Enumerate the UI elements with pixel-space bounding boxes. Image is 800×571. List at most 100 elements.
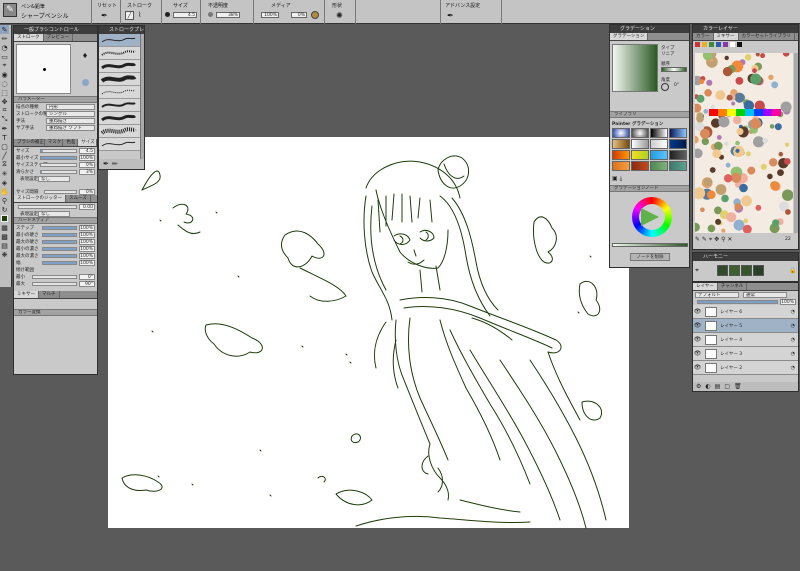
method-select[interactable]: 重ね描き <box>46 117 95 124</box>
trash-icon[interactable]: 🗑 <box>734 383 742 390</box>
layer-lock-icon[interactable]: ◔ <box>791 323 798 329</box>
layer-row[interactable]: 👁 レイヤー 2 ◔ <box>693 361 798 375</box>
eye-icon[interactable]: 👁 <box>693 364 702 371</box>
hard-media-slider[interactable] <box>42 260 77 265</box>
hard-media-slider[interactable] <box>42 225 77 230</box>
tab-gradient[interactable]: グラデーション <box>610 33 649 40</box>
variant-stroke-preview[interactable] <box>99 112 140 125</box>
mixer-swatch[interactable] <box>723 42 728 47</box>
tab-color[interactable]: カラー <box>693 33 714 40</box>
tab-mixer-pad[interactable]: ミキサー <box>713 33 739 40</box>
eye-icon[interactable]: 👁 <box>693 336 702 343</box>
hard-media-slider[interactable] <box>42 253 77 258</box>
params-section[interactable]: パラメーター <box>14 96 97 103</box>
tab-preview[interactable]: プレビュー <box>44 34 73 41</box>
stroke-type-select[interactable]: シングル <box>46 110 95 117</box>
gradient-swatch[interactable] <box>612 139 630 149</box>
tab-multi[interactable]: マルチ <box>39 291 60 298</box>
size-param-value[interactable]: 4.5 <box>79 147 95 154</box>
gradient-swatch[interactable] <box>650 150 668 160</box>
layer-lock-icon[interactable]: ◔ <box>791 337 798 343</box>
harmony-swatch[interactable] <box>717 265 728 276</box>
mixer-swatch[interactable] <box>716 42 721 47</box>
dab-profile-icon[interactable]: ♦ <box>82 52 88 60</box>
remove-node-button[interactable]: ノードを削除 <box>630 253 670 261</box>
tab-color-diff[interactable]: 色差 <box>63 139 79 146</box>
gradient-swatch[interactable] <box>669 161 687 171</box>
layer-lock-icon[interactable]: ◔ <box>791 365 798 371</box>
size-param-value[interactable]: 0% <box>79 161 95 168</box>
variant-stroke-preview[interactable] <box>99 86 140 99</box>
harmony-swatch[interactable] <box>753 265 764 276</box>
mixer-swatch[interactable] <box>709 42 714 47</box>
variant-brush-icon[interactable]: ✒ <box>103 160 109 168</box>
submethod-select[interactable]: 重ね描き ソフト <box>46 124 95 131</box>
gradient-swatch[interactable] <box>650 139 668 149</box>
size-param-slider[interactable] <box>40 169 77 174</box>
gradient-swatch[interactable] <box>650 128 668 138</box>
gradient-swatch[interactable] <box>669 139 687 149</box>
gradient-swatch[interactable] <box>631 161 649 171</box>
mixer-pad[interactable] <box>695 53 793 233</box>
mixer-hex[interactable]: 22 <box>785 237 791 242</box>
layer-row[interactable]: 👁 レイヤー 3 ◔ <box>693 347 798 361</box>
size-interval-value[interactable]: 0% <box>79 188 95 195</box>
gradient-swatch[interactable] <box>669 150 687 160</box>
tab-smoothing[interactable]: スムーズ <box>66 195 91 202</box>
hard-media-value[interactable]: 100% <box>79 238 95 245</box>
mixer-swatch[interactable] <box>695 42 700 47</box>
size-param-slider[interactable] <box>40 148 77 153</box>
variant-stroke-preview[interactable] <box>99 73 140 86</box>
eye-icon[interactable]: 👁 <box>693 350 702 357</box>
layer-lock-icon[interactable]: ◔ <box>791 309 798 315</box>
size-param-slider[interactable] <box>40 155 77 160</box>
mixer-swatch[interactable] <box>702 42 707 47</box>
angle-slider[interactable] <box>32 281 77 286</box>
tab-stroke[interactable]: ストローク <box>14 34 44 41</box>
layer-group-icon[interactable]: ▤ <box>715 383 721 390</box>
mixer-swatch[interactable] <box>737 42 742 47</box>
harmony-swatch[interactable] <box>729 265 740 276</box>
gradient-preview[interactable] <box>612 44 658 92</box>
hard-media-value[interactable]: 100% <box>79 231 95 238</box>
harmony-dropper-icon[interactable]: ⌖ <box>695 266 699 275</box>
angle-value[interactable]: 0° <box>79 273 95 280</box>
layer-lock-icon[interactable]: ◔ <box>791 351 798 357</box>
layer-mask-icon[interactable]: ◐ <box>705 383 710 390</box>
hard-media-slider[interactable] <box>42 232 77 237</box>
tab-stroke-jitter[interactable]: ストロークのジッター <box>14 195 66 202</box>
layer-adjust-icon[interactable]: ⚙ <box>696 383 701 390</box>
tab-channels[interactable]: チャンネル <box>718 283 748 290</box>
size-interval-slider[interactable] <box>44 189 77 194</box>
gradient-type-value[interactable]: リニア <box>661 51 675 57</box>
layer-row[interactable]: 👁 レイヤー 6 ◔ <box>693 305 798 319</box>
variant-stroke-preview[interactable] <box>99 60 140 73</box>
eye-icon[interactable]: 👁 <box>693 322 702 329</box>
variant-stroke-preview[interactable] <box>99 47 140 60</box>
hard-media-slider[interactable] <box>42 246 77 251</box>
layer-opacity-slider[interactable] <box>697 299 778 304</box>
gradient-swatch[interactable] <box>650 161 668 171</box>
variant-stroke-preview[interactable] <box>99 99 140 112</box>
gradient-swatch[interactable] <box>631 150 649 160</box>
library-section[interactable]: ライブラリ <box>610 111 689 118</box>
eye-icon[interactable]: 👁 <box>693 308 702 315</box>
expression-select[interactable]: なし <box>38 175 70 182</box>
gradient-order-icons[interactable] <box>661 67 687 72</box>
gradient-swatch[interactable] <box>612 128 630 138</box>
mixer-swatch[interactable] <box>730 42 735 47</box>
jitter-slider[interactable] <box>18 204 77 209</box>
tab-mask[interactable]: マスク <box>45 139 64 146</box>
gradient-swatch[interactable] <box>612 150 630 160</box>
angle-slider[interactable] <box>32 274 77 279</box>
hard-media-value[interactable]: 100% <box>79 252 95 259</box>
variant-stroke-preview[interactable] <box>99 34 140 47</box>
tab-brush-correction[interactable]: ブラシの補正 <box>14 139 45 146</box>
gradient-swatch[interactable] <box>612 161 630 171</box>
mixer-scroll[interactable] <box>794 53 798 233</box>
gradient-node-bar[interactable] <box>612 243 688 247</box>
harmony-lock-icon[interactable]: 🔒 <box>789 267 796 274</box>
gradient-nodes-section[interactable]: グラデーションノード <box>610 185 689 192</box>
variant-stroke-preview[interactable] <box>99 138 140 151</box>
variant-pencil-icon[interactable]: ✏ <box>112 160 118 168</box>
